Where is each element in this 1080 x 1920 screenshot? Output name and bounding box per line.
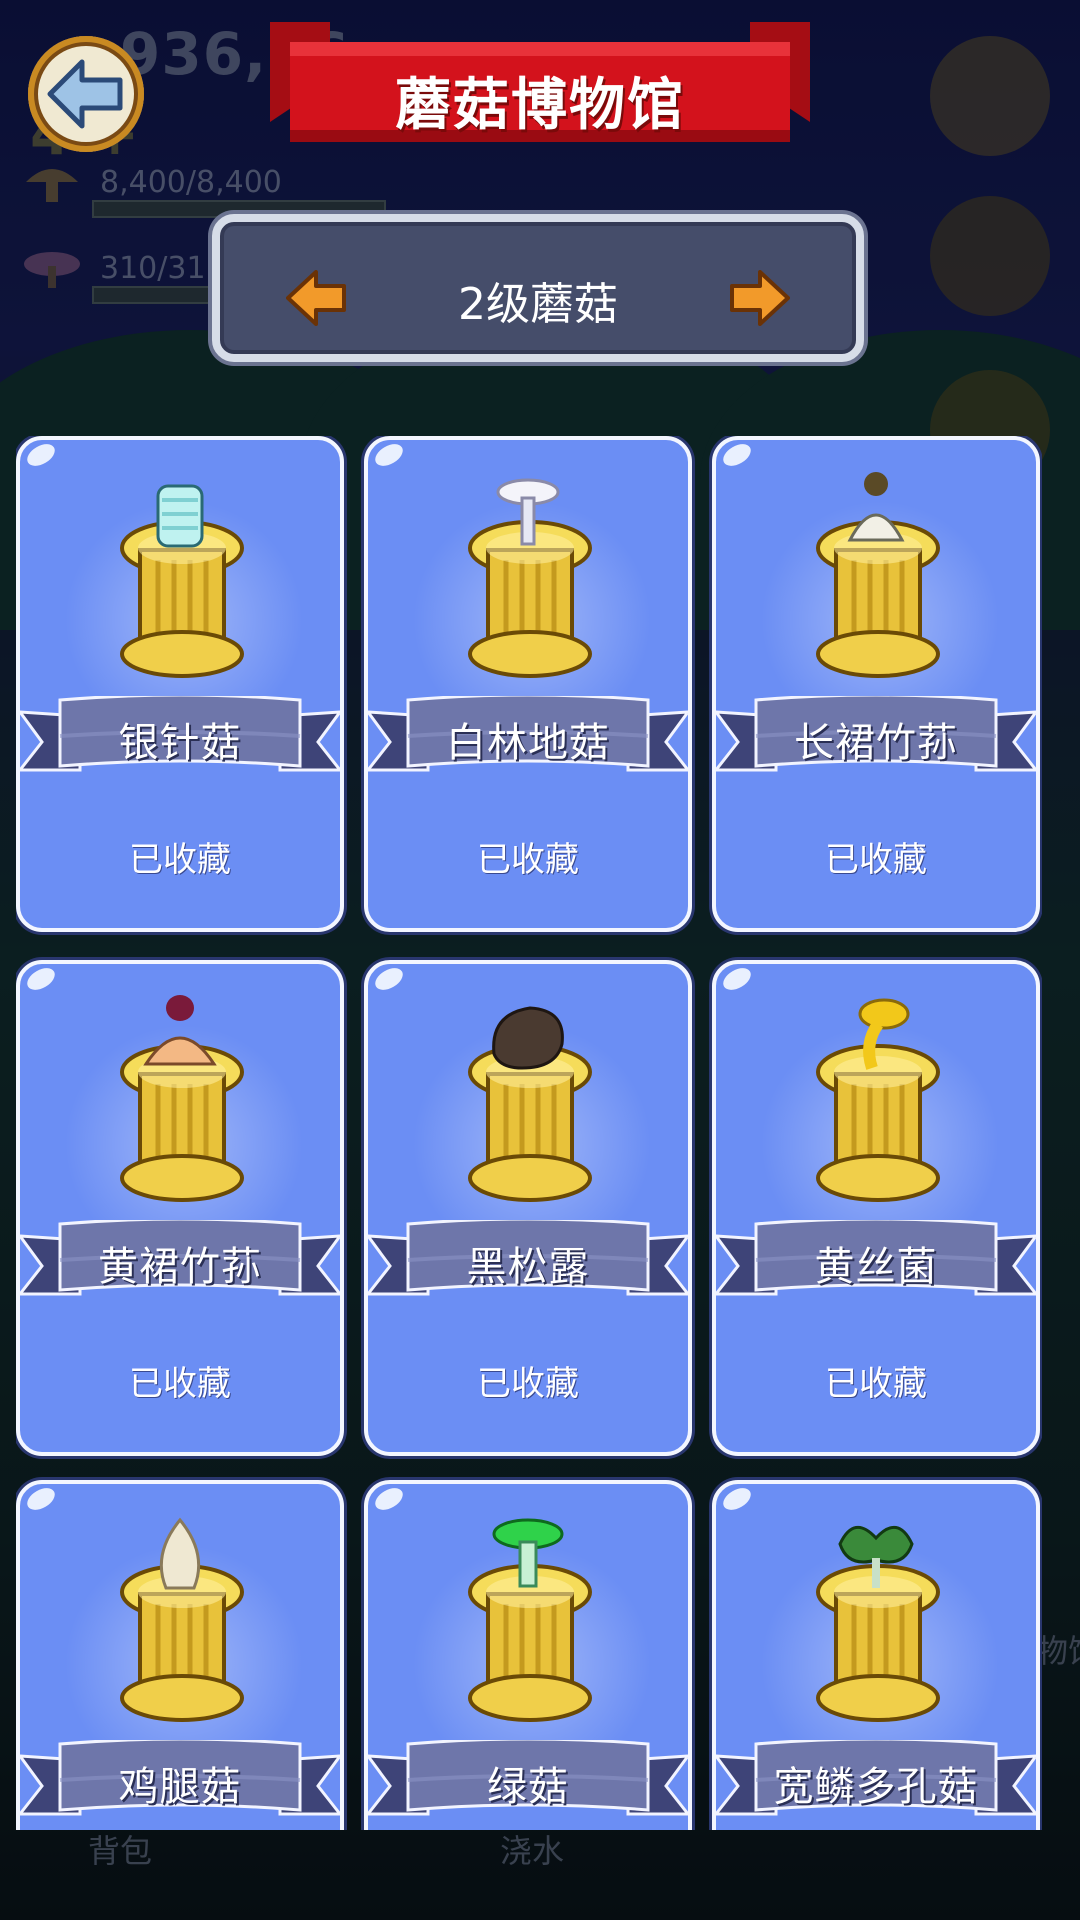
chicken-leg-mushroom-icon	[159, 1517, 201, 1590]
mushroom-name: 宽鳞多孔菇	[773, 1764, 979, 1810]
yellow-fungus-icon	[858, 998, 910, 1070]
mushroom-collection-grid: 银针菇 已收藏 白林地菇 已收藏 长裙竹荪 已收藏 黄裙竹荪 已收藏 黑松露 已收藏 黄丝菌 已收藏鸡…	[16, 436, 1042, 1830]
collected-status: 已收藏	[825, 840, 927, 880]
next-level-arrow-icon[interactable]	[730, 270, 790, 326]
mushroom-card[interactable]: 鸡腿菇	[16, 1480, 344, 1830]
mushroom-name: 黑松露	[466, 1244, 590, 1290]
mushroom-card[interactable]: 黄丝菌 已收藏	[712, 960, 1040, 1456]
mushroom-name: 长裙竹荪	[794, 720, 958, 766]
collected-status: 已收藏	[129, 840, 231, 880]
green-mushroom-icon	[492, 1518, 564, 1588]
mushroom-card[interactable]: 黄裙竹荪 已收藏	[16, 960, 344, 1456]
mushroom-card[interactable]: 银针菇 已收藏	[16, 436, 344, 932]
mushroom-name: 绿菇	[487, 1764, 569, 1810]
collected-status: 已收藏	[825, 1364, 927, 1404]
wide-scale-polypore-icon	[838, 1526, 914, 1588]
mushroom-name: 白林地菇	[446, 720, 610, 766]
mushroom-card[interactable]: 黑松露 已收藏	[364, 960, 692, 1456]
mushroom-card[interactable]: 绿菇	[364, 1480, 692, 1830]
collected-status: 已收藏	[129, 1364, 231, 1404]
mushroom-name: 黄丝菌	[814, 1244, 938, 1290]
collected-status: 已收藏	[477, 1364, 579, 1404]
mushroom-card[interactable]: 长裙竹荪 已收藏	[712, 436, 1040, 932]
mushroom-card[interactable]: 宽鳞多孔菇	[712, 1480, 1040, 1830]
collected-status: 已收藏	[477, 840, 579, 880]
yellow-skirt-bamboo-fungus-icon	[143, 995, 217, 1066]
level-selector: 2级蘑菇	[212, 214, 864, 362]
back-button[interactable]	[28, 36, 144, 152]
white-woodland-mushroom-icon	[496, 478, 560, 546]
mushroom-name: 鸡腿菇	[118, 1764, 242, 1810]
black-truffle-icon	[492, 1006, 564, 1070]
mushroom-card[interactable]: 白林地菇 已收藏	[364, 436, 692, 932]
silver-needle-mushroom-icon	[156, 484, 204, 548]
mushroom-name: 黄裙竹荪	[98, 1244, 262, 1290]
page-title: 蘑菇博物馆	[395, 73, 685, 138]
mushroom-name: 银针菇	[118, 720, 242, 766]
back-arrow-icon	[47, 59, 123, 129]
long-skirt-bamboo-fungus-icon	[847, 472, 905, 542]
